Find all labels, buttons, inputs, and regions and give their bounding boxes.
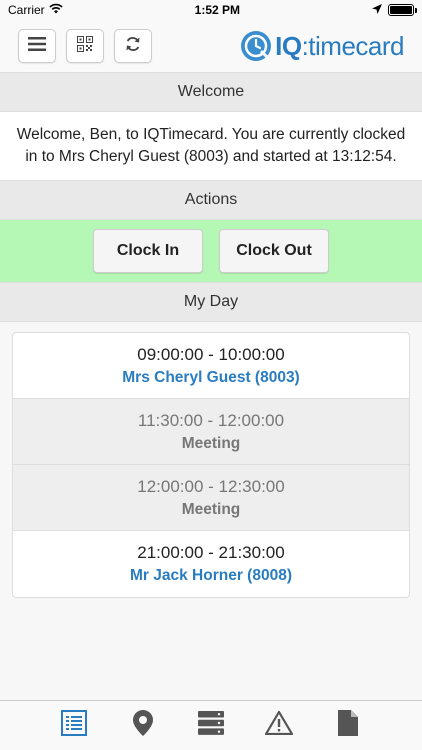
refresh-button[interactable] [114,29,152,63]
warning-icon [265,710,294,740]
map-marker-icon [132,710,153,741]
tab-alerts[interactable] [261,708,297,744]
welcome-header: Welcome [0,72,422,112]
status-time: 1:52 PM [194,3,241,17]
clock-in-button[interactable]: Clock In [93,229,203,273]
my-day-item-label: Meeting [181,500,241,518]
app-logo: IQ:timecard [241,30,405,62]
my-day-item[interactable]: 11:30:00 - 12:00:00 Meeting [13,399,409,465]
my-day-section: 09:00:00 - 10:00:00 Mrs Cheryl Guest (80… [0,322,422,608]
toolbar: IQ:timecard [0,20,422,72]
my-day-item-time: 12:00:00 - 12:30:00 [137,476,285,496]
my-day-item-time: 21:00:00 - 21:30:00 [137,543,285,562]
clock-logo-icon [241,31,272,61]
my-day-item-label: Mrs Cheryl Guest (8003) [122,368,300,386]
status-left: Carrier [8,3,63,17]
server-icon [197,711,224,740]
my-day-list: 09:00:00 - 10:00:00 Mrs Cheryl Guest (80… [12,332,410,598]
my-day-item-label: Mr Jack Horner (8008) [130,567,292,584]
status-right [372,3,417,17]
clock-out-button[interactable]: Clock Out [219,229,329,273]
my-day-item[interactable]: 09:00:00 - 10:00:00 Mrs Cheryl Guest (80… [13,333,409,399]
wifi-icon [49,3,63,17]
logo-text: IQ:timecard [275,30,404,61]
my-day-item-time: 09:00:00 - 10:00:00 [137,344,285,364]
my-day-item-time: 11:30:00 - 12:00:00 [137,410,285,430]
location-arrow-icon [372,3,382,17]
my-day-item-label: Meeting [181,434,241,452]
tab-location[interactable] [125,708,161,744]
battery-icon [388,4,417,16]
document-icon [337,710,358,741]
tab-documents[interactable] [330,708,366,744]
list-icon [61,710,88,741]
tab-my-day[interactable] [56,708,92,744]
refresh-icon [125,36,141,57]
actions-header: Actions [0,180,422,220]
qr-scan-button[interactable] [66,29,104,63]
my-day-header: My Day [0,282,422,322]
welcome-message: Welcome, Ben, to IQTimecard. You are cur… [0,112,422,180]
my-day-item[interactable]: 12:00:00 - 12:30:00 Meeting [13,465,409,531]
actions-row: Clock In Clock Out [0,220,422,282]
carrier-label: Carrier [8,3,45,17]
my-day-item[interactable]: 21:00:00 - 21:30:00 Mr Jack Horner (8008… [13,531,409,597]
menu-button[interactable] [18,29,56,63]
tab-server[interactable] [193,708,229,744]
status-bar: Carrier 1:52 PM [0,0,422,20]
qr-code-icon [77,35,93,57]
hamburger-menu-icon [28,36,46,56]
tab-bar [0,700,422,750]
